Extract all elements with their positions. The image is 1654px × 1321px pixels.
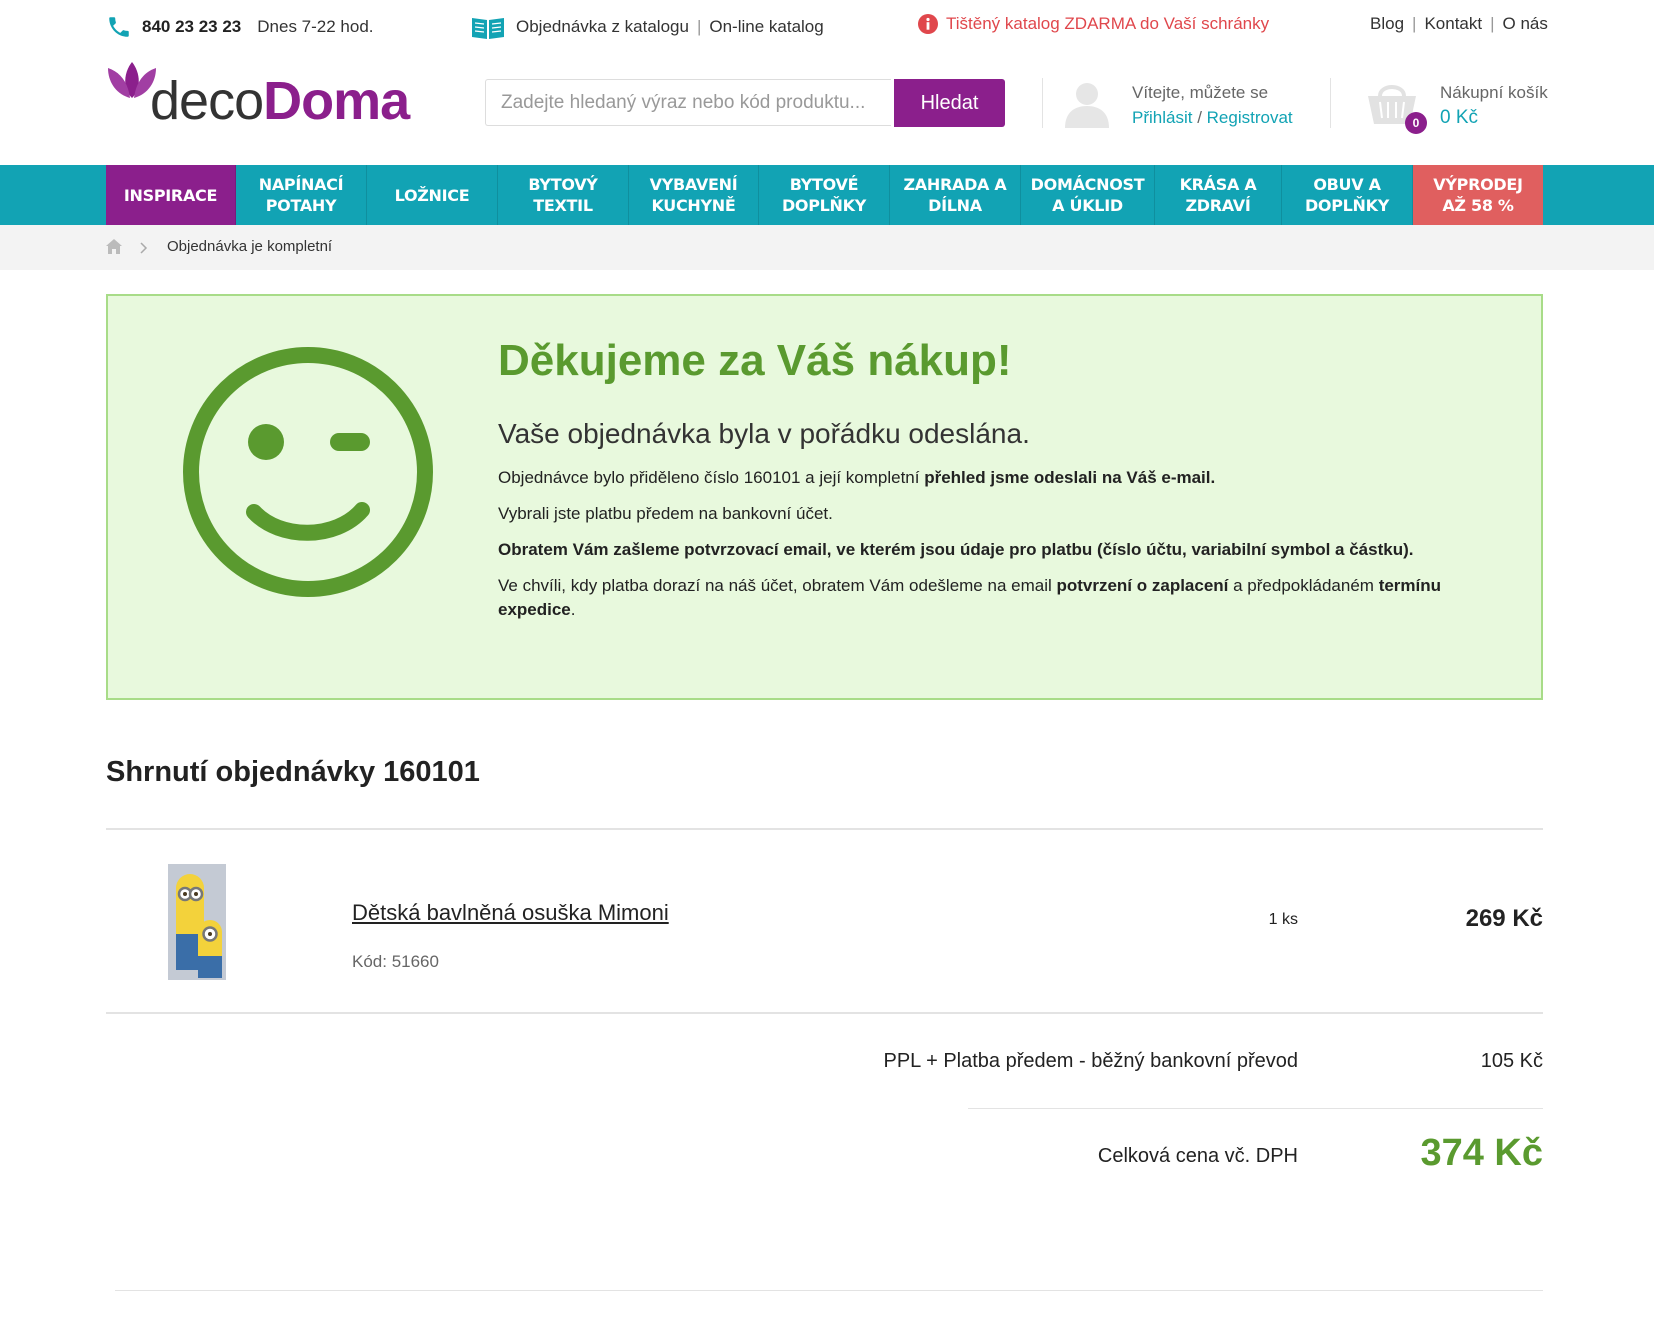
- divider: [106, 1012, 1543, 1014]
- info-links: Blog | Kontakt | O nás: [1370, 14, 1548, 34]
- nav-item-bytovy-textil[interactable]: BYTOVÝ TEXTIL: [498, 165, 629, 225]
- nav-item-loznice[interactable]: LOŽNICE: [367, 165, 498, 225]
- order-sent-subtitle: Vaše objednávka byla v pořádku odeslána.: [498, 418, 1030, 449]
- separator: /: [1197, 108, 1207, 127]
- product-code: Kód: 51660: [352, 952, 439, 971]
- register-link[interactable]: Registrovat: [1207, 108, 1293, 127]
- separator: |: [1412, 14, 1417, 33]
- opening-hours: Dnes 7-22 hod.: [257, 17, 374, 36]
- cart-count-badge: 0: [1405, 112, 1427, 134]
- online-catalog-link[interactable]: On-line katalog: [709, 17, 823, 37]
- divider: [115, 1290, 1543, 1291]
- search-button[interactable]: Hledat: [894, 79, 1005, 127]
- free-catalog-promo[interactable]: Tištěný katalog ZDARMA do Vaší schránky: [918, 14, 1269, 34]
- order-summary-title: Shrnutí objednávky 160101: [106, 756, 480, 788]
- login-link[interactable]: Přihlásit: [1132, 108, 1192, 127]
- nav-item-vyprodej[interactable]: VÝPRODEJ AŽ 58 %: [1413, 165, 1543, 225]
- product-name-link[interactable]: Dětská bavlněná osuška Mimoni: [352, 900, 669, 926]
- shipping-price: 105 Kč: [1480, 1050, 1543, 1072]
- cart-summary[interactable]: Nákupní košík 0 Kč: [1440, 80, 1548, 130]
- product-quantity: 1 ks: [1268, 911, 1298, 928]
- chevron-right-icon: [140, 242, 148, 254]
- book-icon: [472, 18, 504, 39]
- cart-label: Nákupní košík: [1440, 83, 1548, 102]
- blog-link[interactable]: Blog: [1370, 14, 1404, 34]
- site-logo[interactable]: decoDoma: [106, 58, 410, 131]
- breadcrumb: Objednávka je kompletní: [0, 225, 1654, 270]
- nav-item-napinaci-potahy[interactable]: NAPÍNACÍ POTAHY: [236, 165, 367, 225]
- divider: [968, 1108, 1543, 1109]
- nav-item-krasa-a-zdravi[interactable]: KRÁSA A ZDRAVÍ: [1155, 165, 1282, 225]
- contact-link[interactable]: Kontakt: [1424, 14, 1482, 34]
- divider: [1042, 78, 1043, 128]
- divider: [1330, 78, 1331, 128]
- catalog-order-link[interactable]: Objednávka z katalogu: [516, 17, 689, 37]
- phone-contact: 840 23 23 23 Dnes 7-22 hod.: [106, 14, 374, 40]
- separator: |: [1490, 14, 1495, 33]
- shipping-method-label: PPL + Platba předem - běžný bankovní pře…: [883, 1050, 1298, 1072]
- separator: |: [696, 17, 702, 36]
- promo-text[interactable]: Tištěný katalog ZDARMA do Vaší schránky: [946, 14, 1269, 34]
- product-thumbnail[interactable]: [168, 864, 226, 980]
- divider: [106, 828, 1543, 830]
- payment-method-text: Vybrali jste platbu předem na bankovní ú…: [498, 504, 833, 523]
- home-icon[interactable]: [106, 239, 122, 254]
- confirmation-email-text: Obratem Vám zašleme potvrzovací email, v…: [498, 540, 1414, 559]
- nav-item-vybaveni-kuchyne[interactable]: VYBAVENÍ KUCHYNĚ: [629, 165, 759, 225]
- nav-item-domacnost-a-uklid[interactable]: DOMÁCNOST A ÚKLID: [1021, 165, 1155, 225]
- product-price: 269 Kč: [1465, 905, 1543, 932]
- total-price: 374 Kč: [1420, 1132, 1543, 1174]
- lotus-logo-icon: [108, 62, 156, 98]
- top-bar: 840 23 23 23 Dnes 7-22 hod. Objednávka z…: [0, 0, 1654, 54]
- breadcrumb-current: Objednávka je kompletní: [167, 238, 333, 255]
- nav-item-inspirace[interactable]: INSPIRACE: [106, 165, 236, 225]
- thank-you-title: Děkujeme za Váš nákup!: [498, 336, 1012, 385]
- wink-smiley-icon: [183, 347, 433, 597]
- phone-icon: [109, 17, 129, 37]
- welcome-text: Vítejte, můžete se: [1132, 83, 1269, 102]
- user-avatar-icon: [1065, 83, 1109, 128]
- cart-total: 0 Kč: [1440, 107, 1479, 128]
- info-icon: [918, 14, 938, 34]
- login-area: Vítejte, můžete se Přihlásit / Registrov…: [1132, 80, 1293, 130]
- phone-number[interactable]: 840 23 23 23: [142, 17, 241, 37]
- logo-text-doma: Doma: [263, 71, 410, 131]
- minion-image-icon: [168, 864, 226, 980]
- search-input[interactable]: Zadejte hledaný výraz nebo kód produktu.…: [485, 79, 891, 126]
- total-price-label: Celková cena vč. DPH: [1097, 1145, 1298, 1167]
- catalog-links: Objednávka z katalogu | On-line katalog: [470, 14, 824, 40]
- order-number-text: Objednávce bylo přiděleno číslo 160101 a…: [498, 468, 1216, 487]
- nav-item-zahrada-a-dilna[interactable]: ZAHRADA A DÍLNA: [890, 165, 1021, 225]
- logo-text-deco: deco: [150, 71, 264, 131]
- payment-confirmation-text: Ve chvíli, kdy platba dorazí na náš účet…: [498, 576, 1442, 619]
- nav-item-obuv-a-doplnky[interactable]: OBUV A DOPLŇKY: [1282, 165, 1413, 225]
- order-success-panel: Děkujeme za Váš nákup! Vaše objednávka b…: [106, 294, 1543, 700]
- about-link[interactable]: O nás: [1503, 14, 1548, 34]
- main-navigation: INSPIRACE NAPÍNACÍ POTAHY LOŽNICE BYTOVÝ…: [0, 165, 1654, 225]
- nav-item-bytove-doplnky[interactable]: BYTOVÉ DOPLŇKY: [759, 165, 890, 225]
